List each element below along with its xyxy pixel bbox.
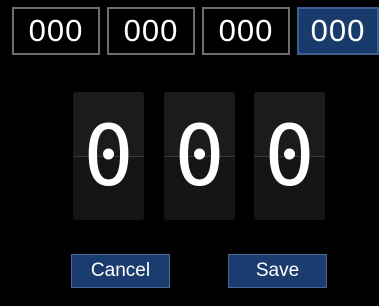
cancel-button[interactable]: Cancel [71, 254, 170, 288]
digit-value-3: 0 [264, 107, 315, 205]
code-tab-2[interactable]: 000 [107, 7, 195, 55]
code-tab-3[interactable]: 000 [202, 7, 290, 55]
digit-value-1: 0 [83, 107, 134, 205]
code-tab-4-selected[interactable]: 000 [297, 7, 379, 55]
code-tabs: 000 000 000 000 [12, 7, 379, 57]
digit-wheel-3[interactable]: 0 [254, 92, 325, 220]
digit-wheel-2[interactable]: 0 [164, 92, 235, 220]
digit-value-2: 0 [174, 107, 225, 205]
code-picker-panel: 000 000 000 000 0 0 0 Cancel Save [0, 0, 379, 306]
save-button[interactable]: Save [228, 254, 327, 288]
digit-wheel-1[interactable]: 0 [73, 92, 144, 220]
code-tab-1[interactable]: 000 [12, 7, 100, 55]
